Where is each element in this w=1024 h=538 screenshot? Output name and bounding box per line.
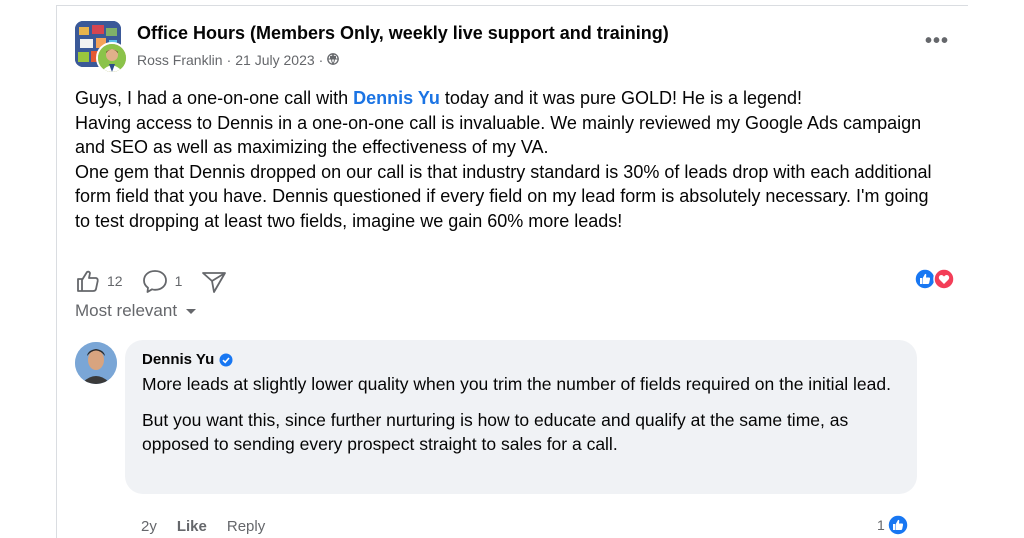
likes-count: 12 (107, 273, 123, 289)
reactions-summary[interactable] (914, 268, 955, 290)
comment-like-button[interactable]: Like (177, 518, 207, 535)
verified-badge-icon (219, 353, 233, 366)
group-post: Office Hours (Members Only, weekly live … (75, 16, 965, 536)
caret-down-icon (186, 309, 197, 314)
share-button[interactable] (200, 268, 228, 294)
comment-bubble: Dennis Yu More leads at slightly lower q… (125, 340, 917, 494)
group-name-link[interactable]: Office Hours (Members Only, weekly live … (137, 23, 669, 44)
commenter-name: Dennis Yu (142, 351, 215, 368)
comment-reactions[interactable]: 1 (877, 514, 909, 536)
post-text: Guys, I had a one-on-one call with (75, 88, 354, 108)
post-paragraph-1: Guys, I had a one-on-one call with Denni… (75, 86, 945, 160)
comment-paragraph-1: More leads at slightly lower quality whe… (142, 374, 891, 394)
author-avatar[interactable] (96, 42, 128, 74)
post-text: Having access to Dennis in a one-on-one … (75, 112, 922, 158)
comment-reply-button[interactable]: Reply (227, 518, 265, 535)
mention-link-dennis-yu[interactable]: Dennis Yu (353, 88, 440, 108)
comment-sort-label: Most relevant (75, 301, 178, 320)
love-reaction-icon (933, 268, 955, 290)
post-header: Office Hours (Members Only, weekly live … (75, 16, 965, 76)
commenter-avatar[interactable] (75, 342, 117, 384)
comment-paragraph-2: But you want this, since further nurturi… (142, 409, 849, 455)
like-reaction-icon (887, 514, 909, 536)
feed-top-divider (56, 5, 968, 6)
post-text: today and it was pure GOLD! He is a lege… (439, 88, 803, 108)
comment-bubble-icon (142, 270, 167, 293)
comment-reaction-count: 1 (877, 517, 885, 533)
commenter-name-link[interactable]: Dennis Yu (142, 351, 233, 368)
post-paragraph-2: One gem that Dennis dropped on our call … (75, 161, 932, 231)
post-date-link[interactable]: 21 July 2023 (235, 52, 314, 68)
author-name-link[interactable]: Ross Franklin (137, 52, 223, 68)
post-action-bar: 12 1 (75, 266, 246, 296)
thumbs-up-icon (77, 270, 99, 292)
comments-count: 1 (174, 273, 183, 289)
comment-age-link[interactable]: 2y (141, 518, 157, 535)
comment-button[interactable]: 1 (141, 268, 183, 294)
meta-separator: · (226, 52, 232, 68)
feed-left-divider (56, 5, 57, 538)
post-meta: Ross Franklin · 21 July 2023 · (137, 52, 340, 68)
post-body: Guys, I had a one-on-one call with Denni… (75, 86, 945, 233)
audience-globe-icon[interactable] (327, 52, 340, 68)
like-button[interactable]: 12 (75, 268, 123, 294)
meta-separator: · (318, 52, 324, 68)
share-send-icon (202, 272, 227, 293)
comment-meta: 2y Like Reply (141, 518, 265, 535)
comment-text: More leads at slightly lower quality whe… (142, 372, 902, 468)
comment-sort-dropdown[interactable]: Most relevant (75, 301, 197, 321)
more-options-button[interactable]: ••• (925, 30, 949, 53)
